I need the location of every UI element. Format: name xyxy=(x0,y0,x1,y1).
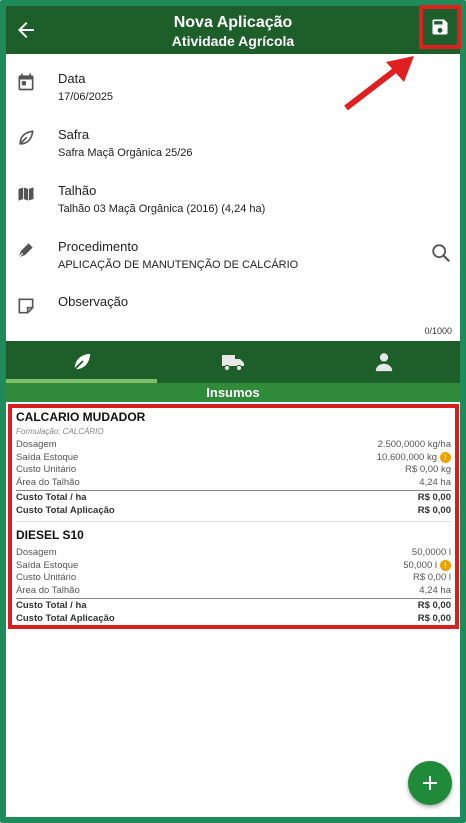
date-value: 17/06/2025 xyxy=(58,91,114,103)
search-icon[interactable] xyxy=(430,242,452,264)
divider xyxy=(16,490,451,491)
item-row: Saída Estoque 50,000 l! xyxy=(16,559,451,573)
safra-label: Safra xyxy=(58,127,90,142)
truck-icon xyxy=(221,355,244,372)
calendar-icon xyxy=(18,73,34,91)
item-row: Dosagem 50,0000 l xyxy=(16,547,451,558)
save-button[interactable] xyxy=(419,5,461,49)
section-title: Insumos xyxy=(6,383,460,402)
person-icon xyxy=(375,353,392,372)
procedimento-label: Procedimento xyxy=(58,239,139,254)
safra-field[interactable]: Safra Safra Maçã Orgânica 25/26 xyxy=(6,118,460,174)
procedimento-field[interactable]: Procedimento APLICAÇÃO DE MANUTENÇÃO DE … xyxy=(6,230,460,286)
tab-maquinas[interactable] xyxy=(157,341,308,383)
item-row: Saída Estoque 10.600,000 kg! xyxy=(16,451,451,465)
item-row: Dosagem 2.500,0000 kg/ha xyxy=(16,439,451,450)
procedimento-value: APLICAÇÃO DE MANUTENÇÃO DE CALCÁRIO xyxy=(58,259,299,271)
leaf-icon xyxy=(73,353,90,370)
item-total: Custo Total / ha R$ 0,00 xyxy=(16,492,451,503)
observacao-counter: 0/1000 xyxy=(424,326,452,336)
item-total: Custo Total Aplicação R$ 0,00 xyxy=(16,504,451,516)
item-row: Custo Unitário R$ 0,00 l xyxy=(16,572,451,583)
insumos-list: CALCARIO MUDADOR Formulação: CALCÁRIO Do… xyxy=(8,404,459,629)
date-label: Data xyxy=(58,71,86,86)
item-row: Área do Talhão 4,24 ha xyxy=(16,476,451,488)
item-row: Área do Talhão 4,24 ha xyxy=(16,584,451,596)
list-item[interactable]: CALCARIO MUDADOR Formulação: CALCÁRIO Do… xyxy=(16,410,451,625)
warning-icon[interactable]: ! xyxy=(440,559,451,571)
safra-value: Safra Maçã Orgânica 25/26 xyxy=(58,147,193,159)
tab-insumos[interactable] xyxy=(6,341,157,383)
talhao-field[interactable]: Talhão Talhão 03 Maçã Orgânica (2016) (4… xyxy=(6,174,460,230)
item-name: DIESEL S10 xyxy=(16,528,84,542)
page-subtitle: Atividade Agrícola xyxy=(171,33,295,49)
item-total: Custo Total Aplicação R$ 0,00 xyxy=(16,612,451,624)
pen-icon xyxy=(18,243,33,258)
tab-pessoas[interactable] xyxy=(308,341,459,383)
plus-icon xyxy=(423,776,437,790)
talhao-value: Talhão 03 Maçã Orgânica (2016) (4,24 ha) xyxy=(58,203,266,215)
note-icon xyxy=(18,298,34,314)
observacao-label: Observação xyxy=(58,294,129,309)
talhao-label: Talhão xyxy=(58,183,97,198)
item-name: CALCARIO MUDADOR xyxy=(16,410,146,424)
item-formulacao: Formulação: CALCÁRIO xyxy=(16,427,104,436)
app-header: Nova Aplicação Atividade Agrícola xyxy=(6,6,460,54)
page-title: Nova Aplicação xyxy=(173,14,293,31)
warning-icon[interactable]: ! xyxy=(440,451,451,463)
add-button[interactable] xyxy=(408,761,452,805)
item-total: Custo Total / ha R$ 0,00 xyxy=(16,600,451,611)
observacao-field[interactable]: Observação xyxy=(6,286,460,342)
map-icon xyxy=(18,187,34,201)
divider xyxy=(16,521,451,522)
leaf-icon xyxy=(19,130,34,145)
floppy-save-icon xyxy=(432,19,448,35)
date-field[interactable]: Data 17/06/2025 xyxy=(6,62,460,118)
tab-bar xyxy=(6,341,460,383)
divider xyxy=(16,598,451,599)
item-row: Custo Unitário R$ 0,00 kg xyxy=(16,464,451,475)
